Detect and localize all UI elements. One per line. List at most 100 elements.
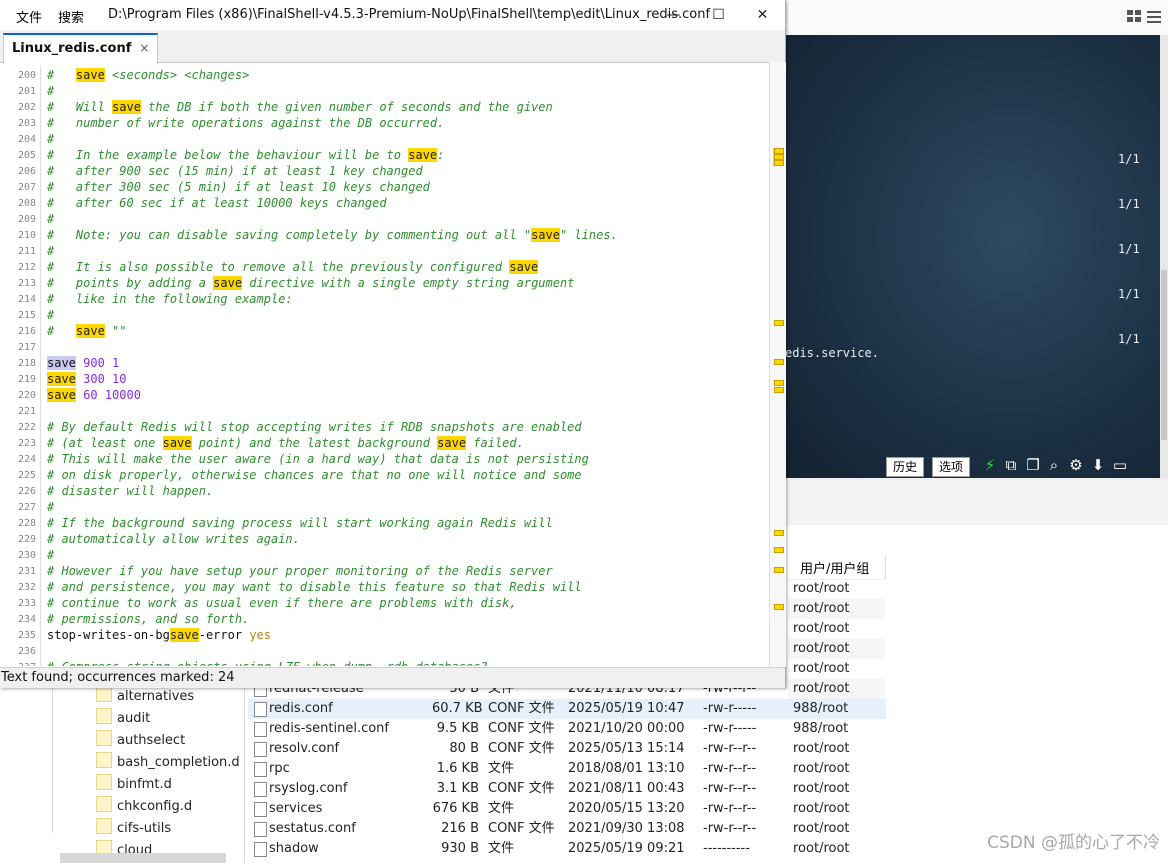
code-line[interactable]: # xyxy=(47,500,54,514)
match-marker[interactable] xyxy=(774,604,784,610)
code-line[interactable]: # after 900 sec (15 min) if at least 1 k… xyxy=(47,164,423,178)
file-perm: -rw-r--r-- xyxy=(703,741,757,756)
code-token: # (at least one xyxy=(47,436,163,450)
menu-search[interactable]: 搜索 xyxy=(58,7,84,26)
code-line[interactable]: # save <seconds> <changes> xyxy=(47,68,249,82)
file-list-scrollbar[interactable] xyxy=(1160,555,1168,810)
code-line[interactable]: # It is also possible to remove all the … xyxy=(47,260,539,274)
layout-grid-icon[interactable] xyxy=(1127,10,1142,23)
code-line[interactable]: # This will make the user aware (in a ha… xyxy=(47,452,589,466)
code-line[interactable]: # In the example below the behaviour wil… xyxy=(47,148,444,162)
code-editor[interactable]: 200 # save <seconds> <changes> 201 #202 # Wi… xyxy=(0,66,769,666)
code-line[interactable]: # after 300 sec (5 min) if at least 10 k… xyxy=(47,180,430,194)
maximize-button[interactable]: ☐ xyxy=(696,0,741,30)
code-line[interactable]: # xyxy=(47,84,54,98)
pane-divider[interactable] xyxy=(244,685,245,863)
code-line[interactable]: # continue to work as usual even if ther… xyxy=(47,596,517,610)
terminal-pane[interactable]: 1/1 1/1 1/1 1/1 1/1 edis.service. xyxy=(785,35,1160,478)
match-marker[interactable] xyxy=(774,547,784,553)
match-marker[interactable] xyxy=(774,567,784,573)
tree-folder[interactable]: bash_completion.d xyxy=(96,752,240,772)
file-row[interactable]: redis-sentinel.conf 9.5 KB CONF 文件 2021/10/… xyxy=(248,719,886,739)
editor-vertical-scrollbar[interactable] xyxy=(769,62,786,667)
gear-icon[interactable]: ⚙ xyxy=(1067,454,1085,476)
code-line[interactable]: # number of write operations against the… xyxy=(47,116,444,130)
tree-folder[interactable]: cifs-utils xyxy=(96,818,171,838)
download-arrow-icon[interactable]: ⬇ xyxy=(1089,454,1107,476)
file-row[interactable]: rsyslog.conf 3.1 KB CONF 文件 2021/08/11 00:4… xyxy=(248,779,886,799)
file-row[interactable]: rpc 1.6 KB 文件 2018/08/01 13:10 -rw-r--r-- roo… xyxy=(248,759,886,779)
code-line[interactable]: # xyxy=(47,308,54,322)
window-icon[interactable]: ▭ xyxy=(1111,454,1129,476)
file-row[interactable]: redis.conf 60.7 KB CONF 文件 2025/05/19 10:47… xyxy=(248,699,886,719)
hamburger-menu-icon[interactable] xyxy=(1147,10,1161,23)
tree-folder[interactable]: audit xyxy=(96,708,150,728)
code-line[interactable]: # permissions, and so forth. xyxy=(47,612,249,626)
file-row[interactable]: shadow 930 B 文件 2025/05/19 09:21 ---------- r… xyxy=(248,839,886,859)
tree-horizontal-scrollbar[interactable] xyxy=(60,853,226,863)
copy-icon[interactable]: ⧉ xyxy=(1002,454,1020,476)
line-number: 224 xyxy=(17,454,36,465)
code-token: yes xyxy=(249,628,271,642)
line-number: 205 xyxy=(17,150,36,161)
owner-cell: root/root xyxy=(793,661,850,676)
match-marker[interactable] xyxy=(774,380,784,386)
code-line[interactable]: # However if you have setup your proper … xyxy=(47,564,553,578)
tree-folder[interactable]: chkconfig.d xyxy=(96,796,192,816)
code-line[interactable]: # xyxy=(47,244,54,258)
code-line[interactable]: # xyxy=(47,132,54,146)
terminal-scroll-thumb[interactable] xyxy=(1161,270,1167,440)
code-token: # In the example below the behaviour wil… xyxy=(47,148,409,162)
tree-folder[interactable]: authselect xyxy=(96,730,185,750)
code-line[interactable]: # Will save the DB if both the given num… xyxy=(47,100,553,114)
code-line[interactable]: # points by adding a save directive with… xyxy=(47,276,574,290)
code-line[interactable]: save 900 1 xyxy=(47,356,119,370)
code-token: # However if you have setup your proper … xyxy=(47,564,553,578)
tab-close-icon[interactable]: × xyxy=(139,41,149,55)
code-line[interactable]: # automatically allow writes again. xyxy=(47,532,300,546)
owner-column-header[interactable]: 用户/用户组 xyxy=(787,555,886,580)
owner-header-label: 用户/用户组 xyxy=(800,562,870,577)
tree-folder[interactable]: alternatives xyxy=(96,686,194,706)
tab-linux-redis-conf[interactable]: Linux_redis.conf × xyxy=(3,33,159,64)
code-line[interactable]: # If the background saving process will … xyxy=(47,516,553,530)
code-line[interactable]: # (at least one save point) and the late… xyxy=(47,436,524,450)
code-line[interactable]: # xyxy=(47,548,54,562)
lightning-icon[interactable]: ⚡ xyxy=(981,454,999,476)
code-line[interactable]: # on disk properly, otherwise chances ar… xyxy=(47,468,582,482)
code-line[interactable]: # disaster will happen. xyxy=(47,484,213,498)
options-button[interactable]: 选项 xyxy=(932,457,971,477)
file-row[interactable]: services 676 KB 文件 2020/05/15 13:20 -rw-r--r… xyxy=(248,799,886,819)
code-line[interactable]: # and persistence, you may want to disab… xyxy=(47,580,582,594)
file-icon xyxy=(254,822,267,837)
match-marker[interactable] xyxy=(774,387,784,393)
code-line[interactable]: # By default Redis will stop accepting w… xyxy=(47,420,582,434)
paste-icon[interactable]: ❐ xyxy=(1024,454,1042,476)
file-row[interactable]: sestatus.conf 216 B CONF 文件 2021/09/30 13:0… xyxy=(248,819,886,839)
close-button[interactable]: ✕ xyxy=(740,0,785,30)
code-line[interactable]: save 300 10 xyxy=(47,372,126,386)
match-marker[interactable] xyxy=(774,359,784,365)
file-date: 2018/08/01 13:10 xyxy=(568,761,685,776)
match-marker[interactable] xyxy=(774,160,784,166)
code-line[interactable]: # Note: you can disable saving completel… xyxy=(47,228,618,242)
code-line[interactable]: # Compress string objects using LZF when… xyxy=(47,660,488,666)
history-button[interactable]: 历史 xyxy=(886,457,925,477)
terminal-scrollbar[interactable] xyxy=(1160,35,1168,478)
code-line[interactable]: # save "" xyxy=(47,324,127,338)
file-row[interactable]: resolv.conf 80 B CONF 文件 2025/05/13 15:14 -r… xyxy=(248,739,886,759)
code-line[interactable]: # like in the following example: xyxy=(47,292,293,306)
title-bar: 文件 搜索 D:\Program Files (x86)\FinalShell-… xyxy=(0,0,785,30)
match-marker[interactable] xyxy=(774,530,784,536)
tree-folder[interactable]: binfmt.d xyxy=(96,774,172,794)
code-line[interactable]: save 60 10000 xyxy=(47,388,141,402)
code-line[interactable]: # xyxy=(47,212,54,226)
menu-file[interactable]: 文件 xyxy=(16,7,42,26)
code-line[interactable]: # after 60 sec if at least 10000 keys ch… xyxy=(47,196,387,210)
minimize-button[interactable]: — xyxy=(651,0,696,30)
watermark: CSDN @孤的心了不冷 xyxy=(987,833,1160,853)
line-number: 207 xyxy=(17,182,36,193)
search-icon[interactable]: ⌕ xyxy=(1045,454,1063,476)
match-marker[interactable] xyxy=(774,320,784,326)
code-line[interactable]: stop-writes-on-bgsave-error yes xyxy=(47,628,271,642)
